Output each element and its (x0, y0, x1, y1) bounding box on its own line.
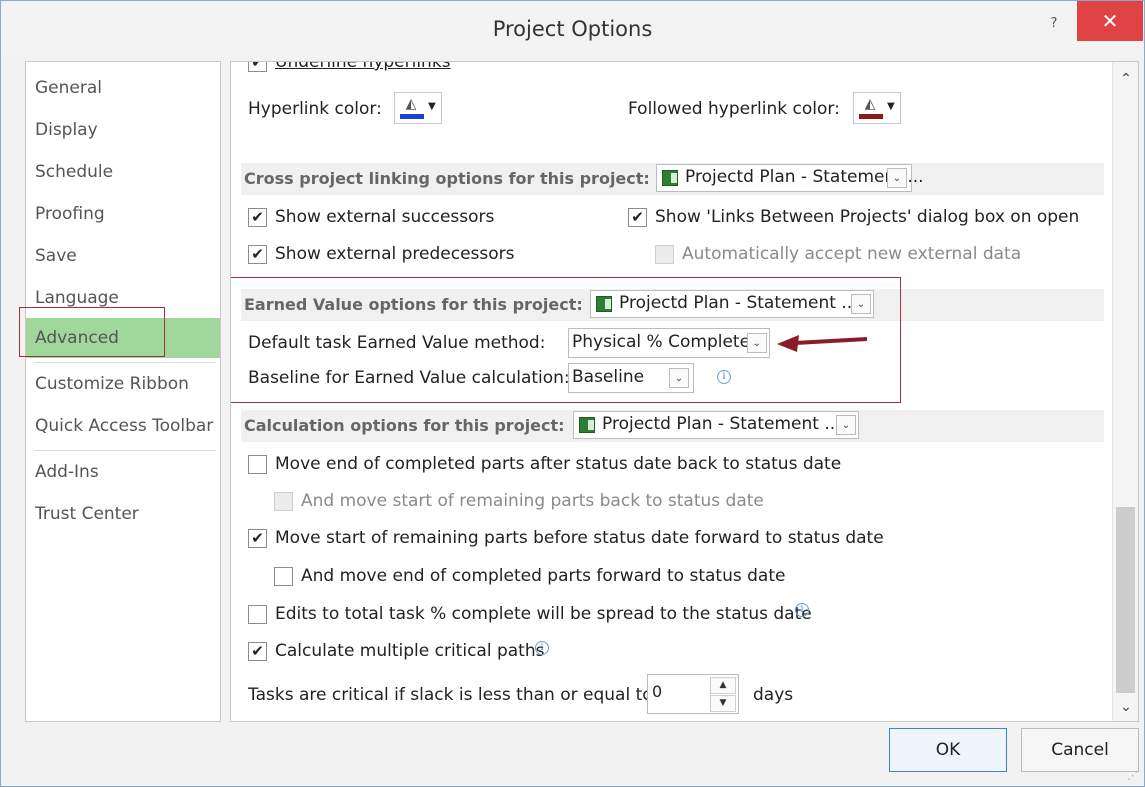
chevron-down-icon[interactable]: ⌄ (887, 168, 907, 188)
auto-accept-external-data-label: Automatically accept new external data (682, 244, 1022, 264)
help-button[interactable]: ? (1041, 11, 1067, 37)
sidebar-item-proofing[interactable]: Proofing (26, 194, 220, 234)
critical-slack-value[interactable]: 0 (652, 682, 662, 701)
info-icon[interactable]: i (535, 641, 549, 655)
hyperlink-color-swatch (400, 114, 424, 119)
show-links-dialog-checkbox[interactable]: ✔ (628, 208, 647, 227)
scroll-thumb[interactable] (1116, 507, 1135, 693)
show-links-dialog-label: Show 'Links Between Projects' dialog box… (655, 207, 1080, 227)
sidebar-item-add-ins[interactable]: Add-Ins (26, 452, 220, 492)
sidebar-item-quick-access-toolbar[interactable]: Quick Access Toolbar (26, 406, 220, 446)
move-start-remaining-forward-label: Move start of remaining parts before sta… (275, 528, 884, 548)
auto-accept-external-data-checkbox[interactable] (655, 245, 674, 264)
move-start-remaining-forward-checkbox[interactable]: ✔ (248, 529, 267, 548)
sidebar-divider (34, 450, 216, 451)
spread-percent-complete-label: Edits to total task % complete will be s… (275, 604, 812, 624)
sidebar-item-general[interactable]: General (26, 68, 220, 108)
paint-bucket-icon: ◭ (864, 96, 876, 112)
sidebar-divider (34, 362, 216, 363)
options-sidebar: General Display Schedule Proofing Save L… (25, 61, 221, 722)
paint-bucket-icon: ◭ (405, 96, 417, 112)
resize-grip-icon[interactable]: ⋰ (1127, 769, 1141, 783)
show-external-predecessors-label: Show external predecessors (275, 244, 515, 264)
cross-project-section-label: Cross project linking options for this p… (244, 169, 650, 188)
move-start-remaining-back-label: And move start of remaining parts back t… (301, 491, 764, 511)
project-file-icon (579, 417, 595, 433)
spread-percent-complete-checkbox[interactable] (248, 605, 267, 624)
move-end-completed-back-checkbox[interactable] (248, 455, 267, 474)
underline-hyperlinks-label: Underline hyperlinks (275, 61, 451, 72)
show-external-predecessors-checkbox[interactable]: ✔ (248, 245, 267, 264)
show-external-successors-checkbox[interactable]: ✔ (248, 208, 267, 227)
scroll-up-icon[interactable]: ⌃ (1113, 66, 1138, 92)
followed-hyperlink-color-label: Followed hyperlink color: (628, 99, 840, 119)
sidebar-item-schedule[interactable]: Schedule (26, 152, 220, 192)
critical-slack-stepper[interactable]: 0 ▲ ▼ (647, 674, 739, 714)
critical-slack-unit: days (753, 685, 794, 705)
close-button[interactable]: ✕ (1077, 1, 1143, 41)
title-bar: Project Options ? ✕ (1, 1, 1144, 57)
caret-down-icon: ▼ (887, 101, 895, 112)
calculation-section-label: Calculation options for this project: (244, 416, 565, 435)
project-options-dialog: Project Options ? ✕ General Display Sche… (0, 0, 1145, 787)
calculate-multiple-critical-paths-checkbox[interactable]: ✔ (248, 642, 267, 661)
move-end-completed-forward-checkbox[interactable] (274, 567, 293, 586)
cancel-button[interactable]: Cancel (1021, 728, 1139, 772)
caret-down-icon: ▼ (428, 101, 436, 112)
calculation-project-value: Projectd Plan - Statement ... (602, 414, 841, 434)
ok-button[interactable]: OK (889, 728, 1007, 772)
spin-down-icon[interactable]: ▼ (710, 695, 736, 712)
sidebar-item-display[interactable]: Display (26, 110, 220, 150)
hyperlink-color-label: Hyperlink color: (248, 99, 382, 119)
move-end-completed-forward-label: And move end of completed parts forward … (301, 566, 786, 586)
move-end-completed-back-label: Move end of completed parts after status… (275, 454, 842, 474)
underline-hyperlinks-checkbox[interactable]: ✔ (248, 62, 267, 72)
show-external-successors-label: Show external successors (275, 207, 495, 227)
spin-up-icon[interactable]: ▲ (710, 677, 736, 694)
project-file-icon (662, 170, 678, 186)
scroll-down-icon[interactable]: ⌄ (1113, 694, 1138, 720)
calculation-project-select[interactable]: Projectd Plan - Statement ... ⌄ (573, 411, 859, 439)
sidebar-item-save[interactable]: Save (26, 236, 220, 276)
sidebar-item-customize-ribbon[interactable]: Customize Ribbon (26, 364, 220, 404)
chevron-down-icon[interactable]: ⌄ (836, 415, 856, 435)
followed-hyperlink-color-picker[interactable]: ◭ ▼ (853, 92, 901, 124)
followed-hyperlink-color-swatch (859, 114, 883, 119)
content-scrollbar[interactable]: ⌃ ⌄ (1112, 62, 1138, 721)
critical-slack-label: Tasks are critical if slack is less than… (248, 685, 653, 705)
cross-project-project-select[interactable]: Projectd Plan - Statement ... ⌄ (656, 164, 924, 192)
move-start-remaining-back-checkbox[interactable] (274, 492, 293, 511)
cross-project-section-header: Cross project linking options for this p… (241, 163, 1104, 195)
advanced-options-panel: ✔ Underline hyperlinks Hyperlink color: … (230, 61, 1139, 722)
annotation-arrow-icon (777, 335, 868, 352)
dialog-title: Project Options (492, 17, 653, 41)
calculation-section-header: Calculation options for this project: Pr… (241, 410, 1104, 442)
info-icon[interactable]: i (795, 603, 809, 617)
advanced-highlight-box (19, 307, 165, 357)
sidebar-item-trust-center[interactable]: Trust Center (26, 494, 220, 534)
hyperlink-color-picker[interactable]: ◭ ▼ (394, 92, 442, 124)
calculate-multiple-critical-paths-label: Calculate multiple critical paths (275, 641, 545, 661)
